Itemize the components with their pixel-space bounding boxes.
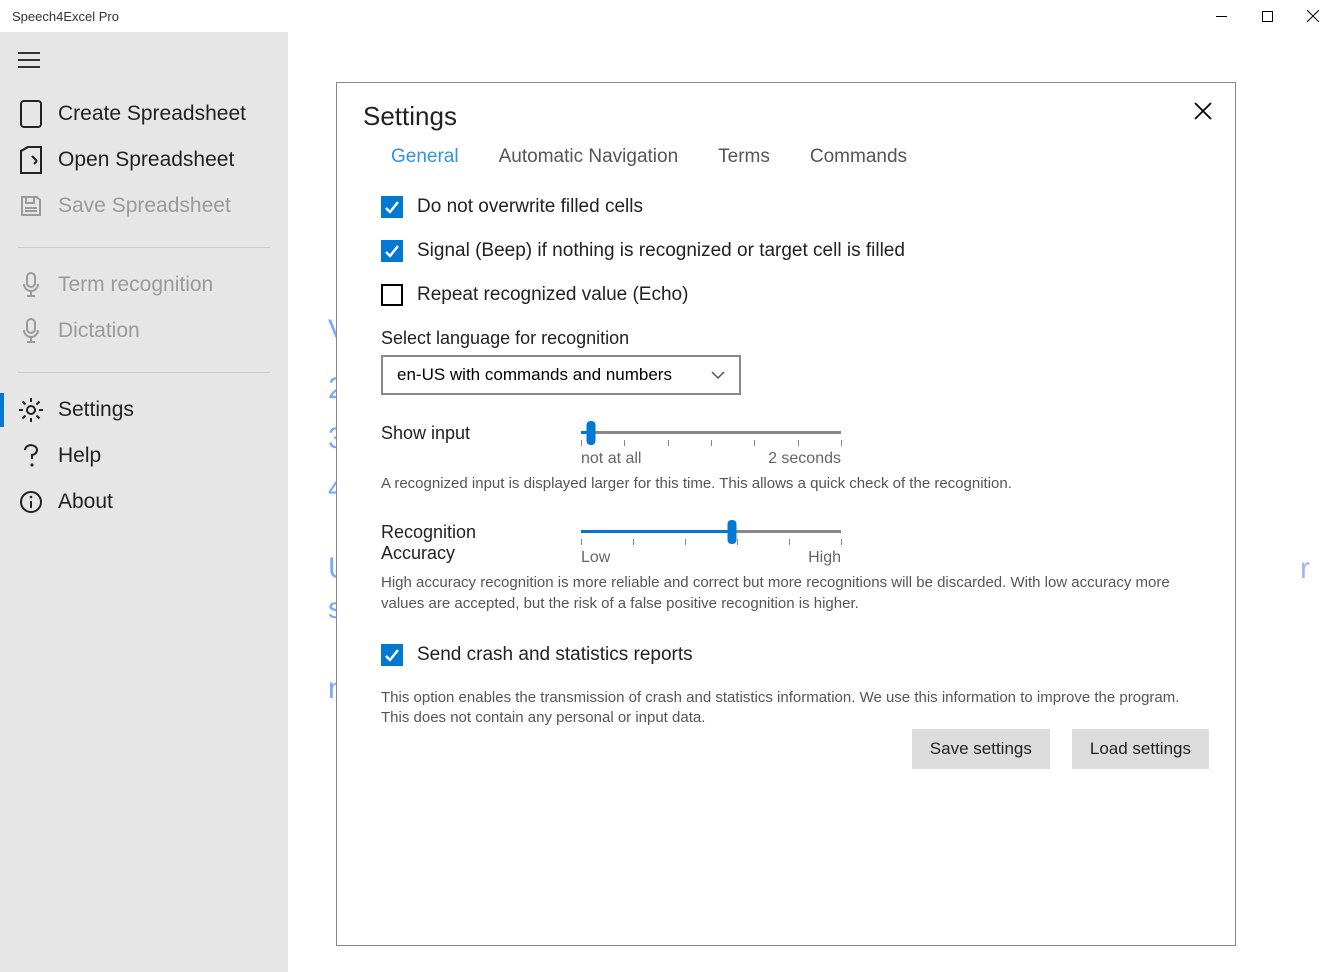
chevron-down-icon bbox=[711, 365, 725, 385]
sidebar-item-help[interactable]: Help bbox=[0, 433, 288, 479]
show-input-desc: A recognized input is displayed larger f… bbox=[381, 474, 1209, 494]
settings-dialog: Settings General Automatic Navigation Te… bbox=[336, 82, 1236, 946]
sidebar-item-open[interactable]: Open Spreadsheet bbox=[0, 137, 288, 183]
sidebar-item-label: Save Spreadsheet bbox=[58, 194, 231, 218]
crash-reports-desc: This option enables the transmission of … bbox=[381, 688, 1209, 729]
slider-max-label: High bbox=[808, 549, 841, 567]
sidebar-item-label: Settings bbox=[58, 398, 134, 422]
tab-commands[interactable]: Commands bbox=[810, 146, 907, 168]
language-value: en-US with commands and numbers bbox=[397, 365, 672, 385]
slider-min-label: Low bbox=[581, 549, 610, 567]
show-input-label: Show input bbox=[381, 421, 541, 444]
sidebar-item-label: Term recognition bbox=[58, 273, 213, 297]
sidebar-item-label: Create Spreadsheet bbox=[58, 102, 246, 126]
divider bbox=[18, 372, 270, 373]
checkbox-label: Send crash and statistics reports bbox=[417, 644, 693, 666]
accuracy-desc: High accuracy recognition is more reliab… bbox=[381, 573, 1209, 614]
document-icon bbox=[18, 101, 44, 127]
microphone-icon bbox=[18, 318, 44, 344]
sidebar-item-label: Open Spreadsheet bbox=[58, 148, 234, 172]
checkbox-beep[interactable] bbox=[381, 240, 403, 262]
load-settings-button[interactable]: Load settings bbox=[1072, 729, 1209, 769]
sidebar-item-about[interactable]: About bbox=[0, 479, 288, 525]
tab-general[interactable]: General bbox=[391, 146, 459, 168]
titlebar: Speech4Excel Pro bbox=[0, 0, 1336, 32]
sidebar-item-dictation: Dictation bbox=[0, 308, 288, 354]
sidebar-item-settings[interactable]: Settings bbox=[0, 387, 288, 433]
sidebar-item-label: About bbox=[58, 490, 113, 514]
checkbox-label: Repeat recognized value (Echo) bbox=[417, 284, 688, 306]
gear-icon bbox=[18, 397, 44, 423]
info-icon bbox=[18, 489, 44, 515]
sidebar-item-save: Save Spreadsheet bbox=[0, 183, 288, 229]
dialog-title: Settings bbox=[363, 101, 1209, 132]
sidebar-item-term: Term recognition bbox=[0, 262, 288, 308]
checkbox-label: Do not overwrite filled cells bbox=[417, 196, 643, 218]
window-close-button[interactable] bbox=[1290, 0, 1336, 32]
save-icon bbox=[18, 193, 44, 219]
document-open-icon bbox=[18, 147, 44, 173]
app-title: Speech4Excel Pro bbox=[12, 9, 119, 24]
checkbox-overwrite[interactable] bbox=[381, 196, 403, 218]
checkbox-echo[interactable] bbox=[381, 284, 403, 306]
checkbox-label: Signal (Beep) if nothing is recognized o… bbox=[417, 240, 905, 262]
sidebar-item-label: Dictation bbox=[58, 319, 140, 343]
close-button[interactable] bbox=[1193, 101, 1213, 126]
sidebar: Create Spreadsheet Open Spreadsheet Save… bbox=[0, 32, 288, 972]
tabs: General Automatic Navigation Terms Comma… bbox=[391, 146, 1209, 168]
hamburger-icon[interactable] bbox=[0, 46, 288, 91]
divider bbox=[18, 247, 270, 248]
accuracy-label: Recognition Accuracy bbox=[381, 520, 541, 564]
language-label: Select language for recognition bbox=[381, 328, 1209, 349]
window-minimize-button[interactable] bbox=[1198, 0, 1244, 32]
main-area: V 2 3 4 U s n r Settings General Automat… bbox=[288, 32, 1336, 972]
sidebar-item-label: Help bbox=[58, 444, 101, 468]
window-maximize-button[interactable] bbox=[1244, 0, 1290, 32]
checkbox-crash-reports[interactable] bbox=[381, 644, 403, 666]
language-select[interactable]: en-US with commands and numbers bbox=[381, 355, 741, 395]
question-icon bbox=[18, 443, 44, 469]
tab-automatic-navigation[interactable]: Automatic Navigation bbox=[499, 146, 679, 168]
microphone-icon bbox=[18, 272, 44, 298]
slider-min-label: not at all bbox=[581, 450, 641, 468]
save-settings-button[interactable]: Save settings bbox=[912, 729, 1050, 769]
tab-terms[interactable]: Terms bbox=[718, 146, 770, 168]
sidebar-item-create[interactable]: Create Spreadsheet bbox=[0, 91, 288, 137]
slider-max-label: 2 seconds bbox=[768, 450, 841, 468]
